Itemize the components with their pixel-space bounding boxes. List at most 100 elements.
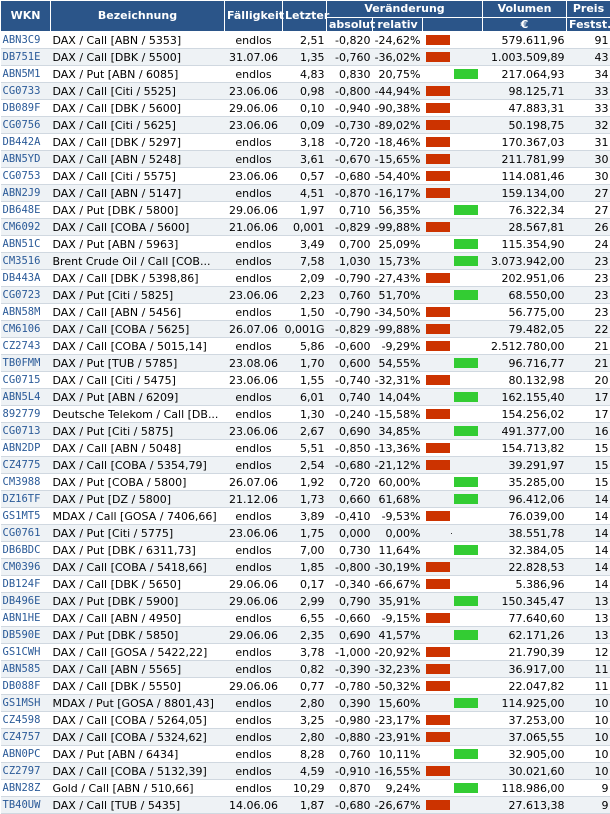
- col-bezeichnung[interactable]: Bezeichnung: [51, 1, 225, 32]
- wkn-link[interactable]: TB40UW: [1, 797, 51, 814]
- change-absolute: 0,390: [327, 695, 373, 712]
- wkn-link[interactable]: ABN58M: [1, 304, 51, 321]
- wkn-link[interactable]: DB590E: [1, 627, 51, 644]
- col-preis[interactable]: Preis: [567, 1, 610, 18]
- due-date: 29.06.06: [225, 627, 283, 644]
- col-veraenderung[interactable]: Veränderung: [327, 1, 483, 18]
- change-relative: -21,12%: [373, 457, 423, 474]
- wkn-link[interactable]: ABN5M1: [1, 66, 51, 83]
- due-date: 29.06.06: [225, 576, 283, 593]
- col-relativ[interactable]: relativ: [373, 18, 423, 32]
- wkn-link[interactable]: GS1CWH: [1, 644, 51, 661]
- wkn-link[interactable]: CG0753: [1, 168, 51, 185]
- last-price: 3,49: [283, 236, 327, 253]
- due-date: endlos: [225, 66, 283, 83]
- wkn-link[interactable]: CZ2743: [1, 338, 51, 355]
- last-price: 1,92: [283, 474, 327, 491]
- change-absolute: -0,790: [327, 270, 373, 287]
- due-date: endlos: [225, 746, 283, 763]
- volume: 68.550,00: [483, 287, 567, 304]
- wkn-link[interactable]: ABN3C9: [1, 32, 51, 49]
- table-row: DB496EDAX / Put [DBK / 5900]29.06.062,99…: [1, 593, 610, 610]
- change-absolute: 0,760: [327, 287, 373, 304]
- wkn-link[interactable]: ABN5L4: [1, 389, 51, 406]
- due-date: endlos: [225, 440, 283, 457]
- last-price: 7,58: [283, 253, 327, 270]
- due-date: 26.07.06: [225, 474, 283, 491]
- wkn-link[interactable]: CG0733: [1, 83, 51, 100]
- col-letzter[interactable]: Letzter: [283, 1, 327, 32]
- wkn-link[interactable]: CG0723: [1, 287, 51, 304]
- due-date: endlos: [225, 134, 283, 151]
- change-absolute: -0,820: [327, 32, 373, 49]
- wkn-link[interactable]: TB0FMM: [1, 355, 51, 372]
- table-row: CG0753DAX / Call [Citi / 5575]23.06.060,…: [1, 168, 610, 185]
- last-price: 1,85: [283, 559, 327, 576]
- wkn-link[interactable]: DB648E: [1, 202, 51, 219]
- wkn-link[interactable]: DB124F: [1, 576, 51, 593]
- wkn-link[interactable]: DB089F: [1, 100, 51, 117]
- volume: 37.253,00: [483, 712, 567, 729]
- negative-change-bar: [426, 120, 450, 130]
- change-relative: -23,17%: [373, 712, 423, 729]
- wkn-link[interactable]: DB088F: [1, 678, 51, 695]
- positive-change-bar: [454, 205, 478, 215]
- wkn-link[interactable]: ABN28Z: [1, 780, 51, 797]
- wkn-link[interactable]: CZ4757: [1, 729, 51, 746]
- last-price: 0,001G: [283, 321, 327, 338]
- wkn-link[interactable]: DB6BDC: [1, 542, 51, 559]
- change-relative: -15,58%: [373, 406, 423, 423]
- wkn-link[interactable]: CM3988: [1, 474, 51, 491]
- wkn-link[interactable]: ABN585: [1, 661, 51, 678]
- wkn-link[interactable]: ABN5YD: [1, 151, 51, 168]
- wkn-link[interactable]: ABN0PC: [1, 746, 51, 763]
- positive-change-bar: [454, 749, 478, 759]
- wkn-link[interactable]: CZ4598: [1, 712, 51, 729]
- wkn-link[interactable]: CM3516: [1, 253, 51, 270]
- wkn-link[interactable]: CG0761: [1, 525, 51, 542]
- wkn-link[interactable]: CM0396: [1, 559, 51, 576]
- positive-change-bar: [454, 290, 478, 300]
- wkn-link[interactable]: DB751E: [1, 49, 51, 66]
- price-fixings: 20: [567, 372, 610, 389]
- wkn-link[interactable]: CM6092: [1, 219, 51, 236]
- wkn-link[interactable]: ABN1HE: [1, 610, 51, 627]
- table-row: ABN0PCDAX / Put [ABN / 6434]endlos8,280,…: [1, 746, 610, 763]
- col-feststellungen[interactable]: Festst.: [567, 18, 610, 32]
- col-volumen[interactable]: Volumen: [483, 1, 567, 18]
- wkn-link[interactable]: CG0715: [1, 372, 51, 389]
- table-row: DB751EDAX / Call [DBK / 5500]31.07.061,3…: [1, 49, 610, 66]
- change-absolute: 0,600: [327, 355, 373, 372]
- change-relative: 25,09%: [373, 236, 423, 253]
- change-absolute: 0,730: [327, 542, 373, 559]
- last-price: 1,75: [283, 525, 327, 542]
- col-faelligkeit[interactable]: Fälligkeit: [225, 1, 283, 32]
- price-fixings: 9: [567, 780, 610, 797]
- change-absolute: -0,600: [327, 338, 373, 355]
- change-bar: [423, 134, 483, 151]
- due-date: endlos: [225, 389, 283, 406]
- wkn-link[interactable]: DB443A: [1, 270, 51, 287]
- col-absolut[interactable]: absolut: [327, 18, 373, 32]
- wkn-link[interactable]: DB442A: [1, 134, 51, 151]
- wkn-link[interactable]: GS1MSH: [1, 695, 51, 712]
- wkn-link[interactable]: DB496E: [1, 593, 51, 610]
- wkn-link[interactable]: ABN2J9: [1, 185, 51, 202]
- wkn-link[interactable]: CG0713: [1, 423, 51, 440]
- change-absolute: -0,850: [327, 440, 373, 457]
- due-date: 29.06.06: [225, 100, 283, 117]
- change-relative: 20,75%: [373, 66, 423, 83]
- table-row: DB590EDAX / Put [DBK / 5850]29.06.062,35…: [1, 627, 610, 644]
- wkn-link[interactable]: CZ4775: [1, 457, 51, 474]
- wkn-link[interactable]: CG0756: [1, 117, 51, 134]
- last-price: 1,73: [283, 491, 327, 508]
- wkn-link[interactable]: CZ2797: [1, 763, 51, 780]
- wkn-link[interactable]: 892779: [1, 406, 51, 423]
- wkn-link[interactable]: ABN2DP: [1, 440, 51, 457]
- wkn-link[interactable]: DZ16TF: [1, 491, 51, 508]
- wkn-link[interactable]: CM6106: [1, 321, 51, 338]
- wkn-link[interactable]: GS1MT5: [1, 508, 51, 525]
- wkn-link[interactable]: ABN51C: [1, 236, 51, 253]
- last-price: 3,89: [283, 508, 327, 525]
- col-wkn[interactable]: WKN: [1, 1, 51, 32]
